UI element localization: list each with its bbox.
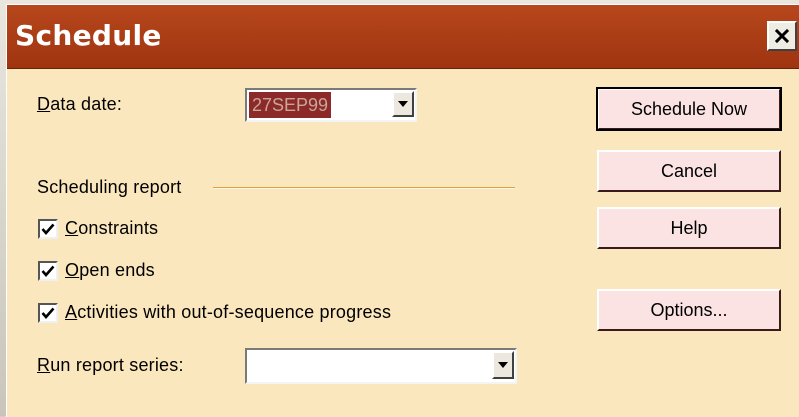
data-date-label: Data date: [37,94,122,115]
title-bar[interactable]: Schedule [7,5,799,69]
chevron-down-icon [398,101,408,107]
checkmark-icon [41,223,55,235]
open-ends-label[interactable]: Open ends [65,260,155,281]
options-button[interactable]: Options... [597,289,781,331]
open-ends-checkbox[interactable] [38,261,58,281]
close-icon [774,28,790,44]
run-report-dropdown-button[interactable] [492,351,514,379]
help-button[interactable]: Help [597,207,781,249]
close-button[interactable] [767,21,797,51]
checkmark-icon [41,307,55,319]
data-date-value[interactable]: 27SEP99 [249,92,332,118]
data-date-combo[interactable]: 27SEP99 [245,88,417,122]
checkmark-icon [41,265,55,277]
run-report-label-text: un report series: [50,355,184,375]
run-report-label: Run report series: [37,355,184,376]
dialog-title: Schedule [15,19,162,52]
open-ends-label-text: pen ends [79,260,155,280]
chevron-down-icon [498,362,508,368]
run-report-series-combo[interactable] [245,348,517,384]
out-of-sequence-mnemonic: A [65,302,78,322]
out-of-sequence-checkbox[interactable] [38,303,58,323]
open-ends-mnemonic: O [65,260,80,280]
constraints-label-text: onstraints [78,218,159,238]
out-of-sequence-label-text: ctivities with out-of-sequence progress [77,302,392,322]
constraints-checkbox[interactable] [38,219,58,239]
schedule-now-button[interactable]: Schedule Now [596,87,782,131]
data-date-dropdown-button[interactable] [392,91,414,117]
cancel-button[interactable]: Cancel [597,150,781,192]
constraints-mnemonic: C [65,218,79,238]
constraints-label[interactable]: Constraints [65,218,158,239]
data-date-mnemonic: D [37,94,51,114]
run-report-mnemonic: R [37,355,51,375]
schedule-dialog: Schedule Data date: 27SEP99 Scheduling r… [6,4,799,417]
out-of-sequence-label[interactable]: Activities with out-of-sequence progress [65,302,391,323]
data-date-label-text: ata date: [50,94,123,114]
group-separator [213,187,515,189]
scheduling-report-heading: Scheduling report [37,177,182,197]
